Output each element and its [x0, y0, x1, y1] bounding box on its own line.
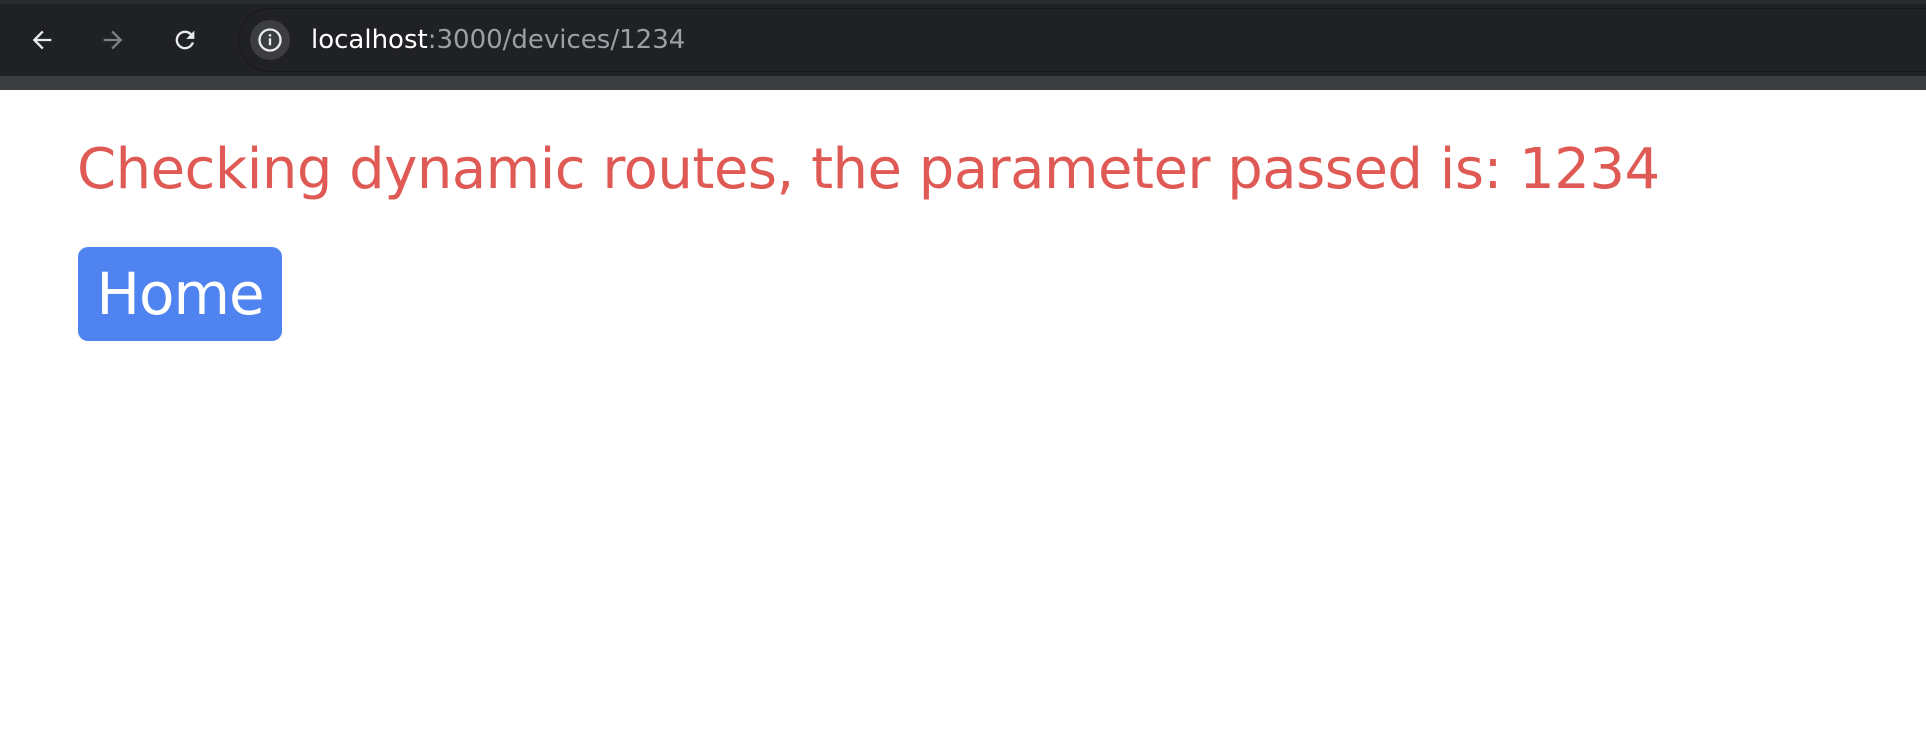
url-path: :3000/devices/1234: [427, 25, 686, 55]
toolbar-divider: [0, 76, 1926, 90]
browser-toolbar: localhost:3000/devices/1234: [0, 0, 1926, 90]
home-button[interactable]: Home: [78, 247, 282, 341]
address-bar[interactable]: localhost:3000/devices/1234: [238, 8, 1926, 72]
forward-button[interactable]: [91, 18, 135, 62]
url-host: localhost: [311, 25, 428, 55]
url-text[interactable]: localhost:3000/devices/1234: [311, 8, 685, 72]
arrow-right-icon: [103, 30, 123, 50]
reload-button[interactable]: [163, 18, 207, 62]
site-info-button[interactable]: [250, 20, 290, 60]
back-button[interactable]: [20, 18, 64, 62]
info-icon: [258, 28, 282, 52]
arrow-left-icon: [32, 30, 52, 50]
reload-icon: [175, 30, 195, 50]
page-heading: Checking dynamic routes, the parameter p…: [77, 137, 1660, 202]
